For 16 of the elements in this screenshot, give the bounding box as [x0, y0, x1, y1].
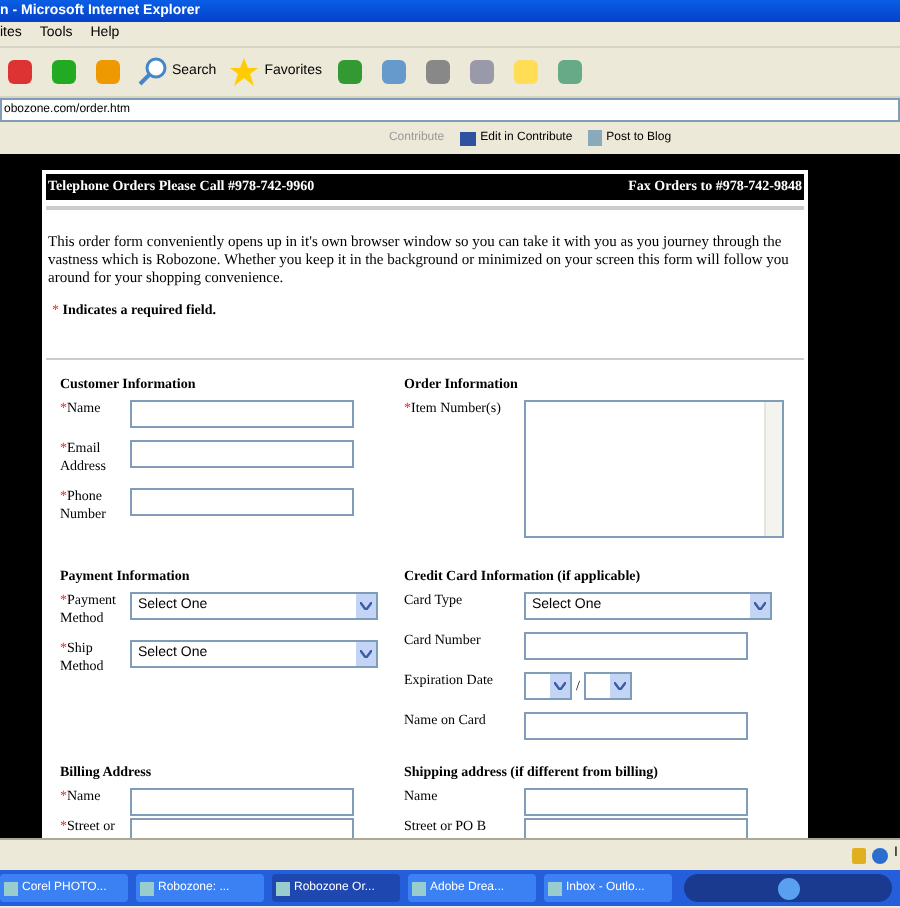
text-field[interactable] [524, 818, 748, 838]
star-icon [228, 56, 261, 88]
text-field[interactable] [130, 488, 354, 516]
media-player-controls[interactable] [684, 874, 892, 902]
search-icon [136, 56, 168, 88]
text-field[interactable] [524, 632, 748, 660]
year-select[interactable] [583, 672, 632, 700]
text-field[interactable] [130, 400, 354, 428]
scrollbar[interactable] [764, 402, 782, 536]
text-field[interactable] [130, 818, 354, 838]
text-field[interactable] [130, 788, 354, 816]
text-field[interactable] [130, 440, 354, 468]
month-select[interactable] [524, 672, 572, 700]
text-field[interactable] [524, 712, 748, 740]
text-field[interactable] [524, 788, 748, 816]
item-numbers-textarea[interactable] [524, 400, 784, 538]
